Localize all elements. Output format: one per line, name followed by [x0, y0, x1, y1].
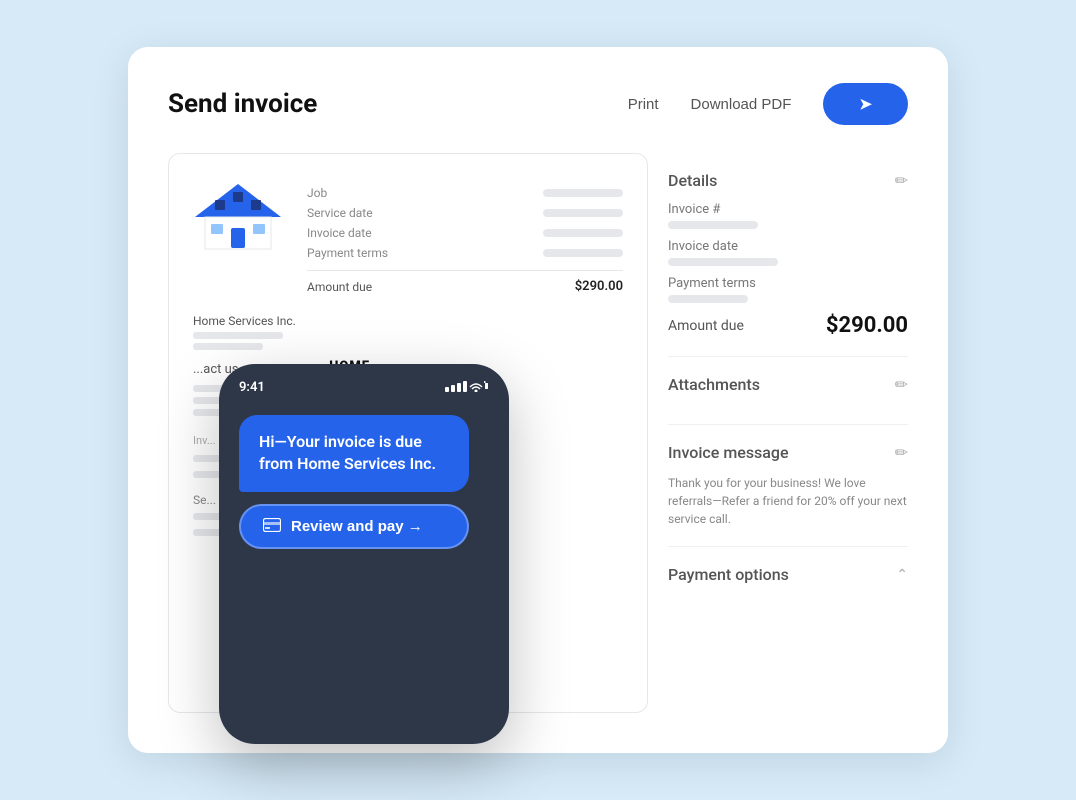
invoice-message-title: Invoice message — [668, 443, 789, 462]
message-bubble: Hi—Your invoice is due from Home Service… — [239, 415, 469, 492]
credit-card-icon — [263, 518, 281, 535]
phone-signal-icons — [445, 380, 489, 395]
invoice-message-section: Invoice message ✏ Thank you for your bus… — [668, 425, 908, 547]
invoice-date-label: Invoice date — [668, 239, 908, 254]
address-bar-2 — [193, 343, 263, 350]
invoice-date-value-bar — [543, 229, 623, 237]
attachments-header: Attachments ✏ — [668, 375, 908, 394]
header: Send invoice Print Download PDF ➤ — [168, 83, 908, 125]
address-bar-1 — [193, 332, 283, 339]
invoice-amount-label: Amount due — [307, 280, 372, 294]
attachments-section: Attachments ✏ — [668, 357, 908, 425]
invoice-message-edit-icon[interactable]: ✏ — [895, 443, 908, 462]
review-and-pay-button[interactable]: Review and pay → — [239, 504, 469, 549]
amount-due-display: Amount due $290.00 — [668, 313, 908, 338]
payment-terms-label: Payment terms — [668, 276, 908, 291]
attachments-title: Attachments — [668, 375, 760, 394]
job-row: Job — [307, 186, 623, 200]
chevron-up-icon: ⌃ — [896, 567, 908, 583]
body-area: HOME HOME SERVICES Job Service date — [168, 153, 908, 713]
company-logo: HOME — [193, 182, 283, 252]
invoice-date-label: Invoice date — [307, 226, 372, 240]
details-edit-icon[interactable]: ✏ — [895, 171, 908, 190]
details-header: Details ✏ — [668, 171, 908, 190]
page-title: Send invoice — [168, 89, 317, 119]
phone-content: Hi—Your invoice is due from Home Service… — [233, 405, 495, 559]
invoice-date-bar — [668, 258, 778, 266]
payment-options-header[interactable]: Payment options ⌃ — [668, 565, 908, 584]
header-actions: Print Download PDF ➤ — [628, 83, 908, 125]
invoice-logo-area: HOME HOME SERVICES Job Service date — [193, 182, 623, 294]
details-title: Details — [668, 171, 717, 190]
review-pay-label: Review and pay → — [291, 518, 423, 535]
payment-terms-field: Payment terms — [668, 276, 908, 303]
invoice-date-row: Invoice date — [307, 226, 623, 240]
service-date-label: Service date — [307, 206, 373, 220]
amount-row: Amount due $290.00 — [307, 270, 623, 294]
phone-mockup: 9:41 — [219, 364, 509, 744]
company-info: Home Services Inc. — [193, 314, 623, 350]
main-card: Send invoice Print Download PDF ➤ — [128, 47, 948, 753]
job-value-bar — [543, 189, 623, 197]
invoice-message-header: Invoice message ✏ — [668, 443, 908, 462]
invoice-date-field: Invoice date — [668, 239, 908, 266]
amount-due-value: $290.00 — [826, 313, 908, 338]
company-name: Home Services Inc. — [193, 314, 623, 328]
amount-due-label: Amount due — [668, 318, 744, 334]
payment-options-section: Payment options ⌃ — [668, 547, 908, 614]
invoice-meta: Job Service date Invoice date Payment te… — [307, 186, 623, 294]
service-date-value-bar — [543, 209, 623, 217]
payment-options-title: Payment options — [668, 565, 789, 584]
phone-notch — [314, 364, 414, 386]
phone-time: 9:41 — [239, 380, 265, 395]
attachments-edit-icon[interactable]: ✏ — [895, 375, 908, 394]
send-icon: ➤ — [859, 96, 872, 113]
payment-terms-label: Payment terms — [307, 246, 388, 260]
job-label: Job — [307, 186, 327, 200]
payment-terms-row: Payment terms — [307, 246, 623, 260]
payment-terms-bar — [668, 295, 748, 303]
invoice-number-bar — [668, 221, 758, 229]
details-section: Details ✏ Invoice # Invoice date Payment… — [668, 153, 908, 357]
service-date-row: Service date — [307, 206, 623, 220]
payment-terms-value-bar — [543, 249, 623, 257]
right-panel: Details ✏ Invoice # Invoice date Payment… — [668, 153, 908, 713]
invoice-amount-value: $290.00 — [575, 279, 623, 294]
download-pdf-button[interactable]: Download PDF — [691, 96, 792, 113]
invoice-message-text: Thank you for your business! We love ref… — [668, 474, 908, 528]
print-button[interactable]: Print — [628, 96, 659, 113]
send-button[interactable]: ➤ — [823, 83, 908, 125]
invoice-preview: HOME HOME SERVICES Job Service date — [168, 153, 648, 713]
invoice-number-field: Invoice # — [668, 202, 908, 229]
invoice-number-label: Invoice # — [668, 202, 908, 217]
